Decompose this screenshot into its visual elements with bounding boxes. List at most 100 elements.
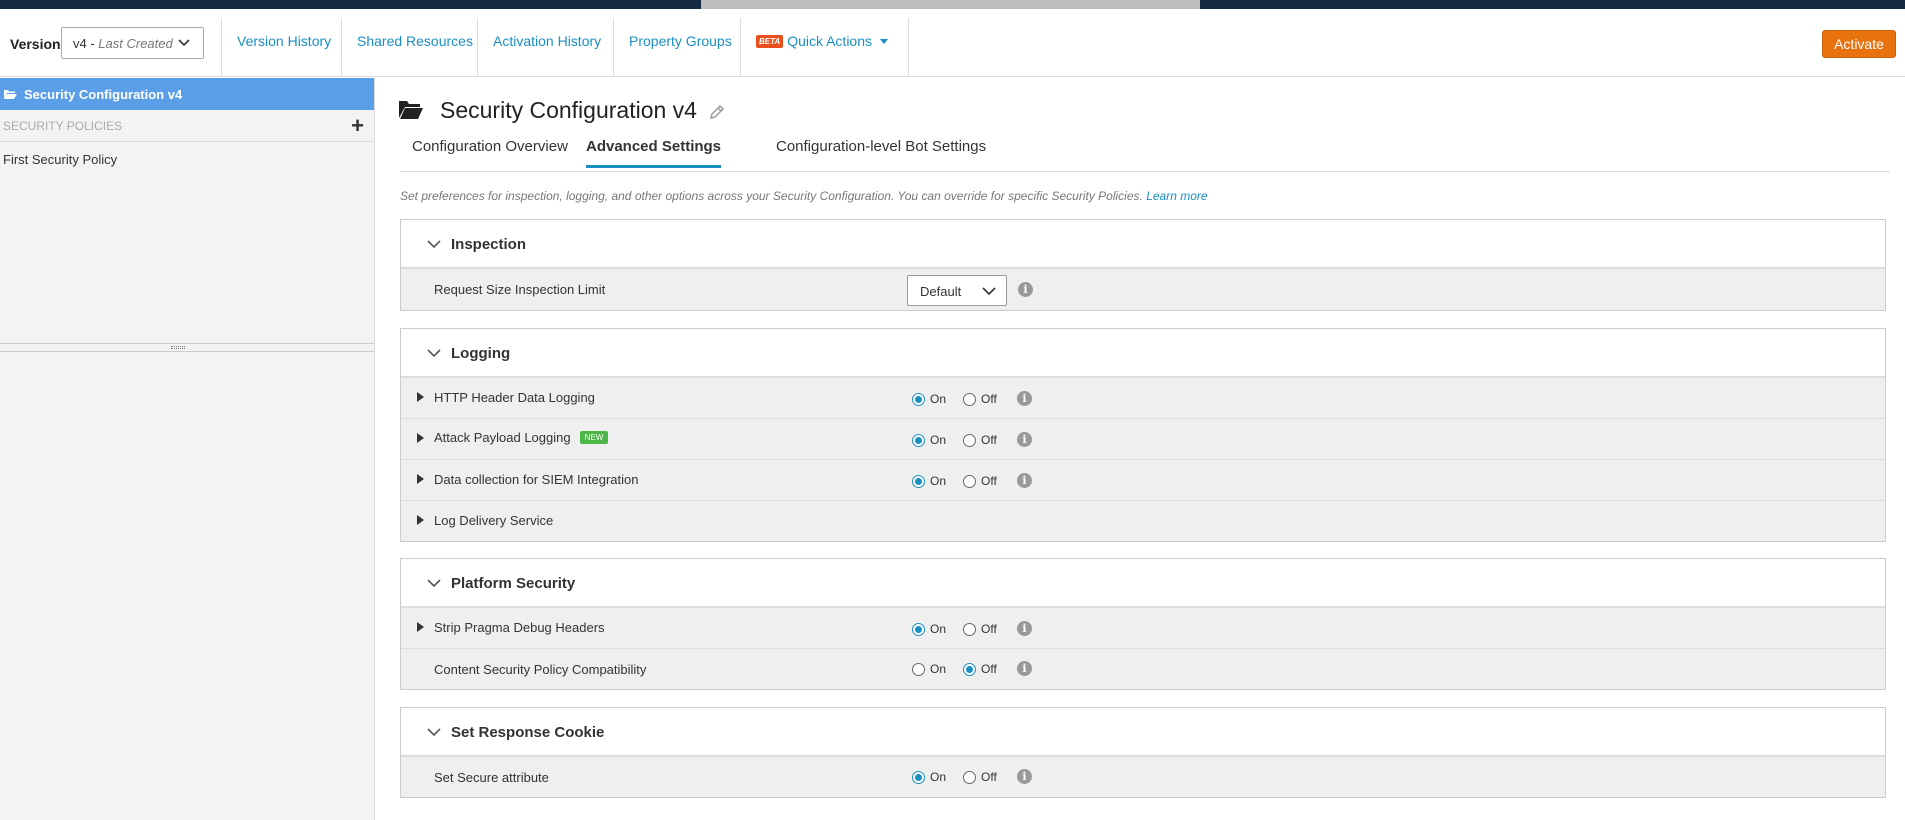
chevron-down-icon: [427, 237, 441, 252]
setting-row: Log Delivery Service: [401, 500, 1885, 541]
folder-open-icon: [3, 88, 17, 103]
panel-header-cookie[interactable]: Set Response Cookie: [401, 708, 1885, 756]
sidebar-config-item[interactable]: Security Configuration v4: [0, 78, 374, 110]
radio-label: Off: [981, 474, 997, 488]
expand-triangle-icon[interactable]: [417, 474, 424, 484]
radio-on[interactable]: On: [912, 392, 946, 406]
tab-bot-settings[interactable]: Configuration-level Bot Settings: [776, 138, 986, 165]
setting-label: Set Secure attribute: [434, 770, 549, 785]
panel-header-logging[interactable]: Logging: [401, 329, 1885, 377]
radio-circle: [912, 474, 925, 488]
sidebar-section-header: SECURITY POLICIES +: [0, 110, 374, 142]
radio-label: Off: [981, 662, 997, 676]
radio-label: Off: [981, 433, 997, 447]
setting-label: Strip Pragma Debug Headers: [434, 620, 605, 635]
select-value: Default: [920, 284, 962, 299]
radio-circle: [963, 392, 976, 406]
panel-title: Platform Security: [451, 575, 576, 592]
panel-inspection: Inspection Request Size Inspection Limit…: [400, 219, 1886, 311]
info-icon[interactable]: i: [1017, 473, 1032, 488]
nav-shared-resources[interactable]: Shared Resources: [357, 33, 473, 49]
nav-separator: [908, 18, 909, 77]
radio-circle: [963, 622, 976, 636]
nav-property-groups[interactable]: Property Groups: [629, 33, 732, 49]
radio-label: Off: [981, 392, 997, 406]
sidebar: Security Configuration v4 SECURITY POLIC…: [0, 78, 375, 820]
tab-advanced-settings[interactable]: Advanced Settings: [586, 138, 722, 168]
chevron-down-icon: [982, 285, 996, 300]
info-icon[interactable]: i: [1017, 621, 1032, 636]
radio-circle: [912, 662, 925, 676]
nav-version-history[interactable]: Version History: [237, 33, 331, 49]
info-icon[interactable]: i: [1017, 769, 1032, 784]
version-select[interactable]: v4 - Last Created: [61, 27, 204, 59]
radio-label: On: [930, 433, 947, 447]
expand-triangle-icon[interactable]: [417, 433, 424, 443]
tab-bar: Configuration Overview Advanced Settings…: [400, 138, 1890, 172]
radio-off[interactable]: Off: [963, 622, 997, 636]
radio-off[interactable]: Off: [963, 433, 997, 447]
setting-label: Content Security Policy Compatibility: [434, 662, 647, 677]
version-value: v4 -: [73, 36, 99, 51]
add-policy-icon[interactable]: +: [351, 113, 364, 139]
setting-row: Data collection for SIEM Integration On …: [401, 459, 1885, 500]
caret-down-icon: [880, 39, 889, 44]
nav-separator: [221, 18, 222, 77]
nav-separator: [740, 18, 741, 77]
activate-button[interactable]: Activate: [1822, 30, 1896, 58]
radio-off[interactable]: Off: [963, 770, 997, 784]
setting-row: Attack Payload Logging NEW On Off i: [401, 418, 1885, 459]
quick-actions-label: Quick Actions: [787, 33, 873, 49]
radio-off[interactable]: Off: [963, 392, 997, 406]
setting-label: Attack Payload Logging NEW: [434, 430, 609, 445]
header: Version v4 - Last Created Version Histor…: [0, 9, 1905, 77]
info-icon[interactable]: i: [1017, 391, 1032, 406]
radio-off[interactable]: Off: [963, 662, 997, 676]
description-text: Set preferences for inspection, logging,…: [400, 189, 1143, 203]
expand-triangle-icon[interactable]: [417, 515, 424, 525]
pane-splitter[interactable]: [0, 343, 375, 352]
request-size-select[interactable]: Default: [907, 275, 1007, 306]
learn-more-link[interactable]: Learn more: [1146, 189, 1207, 203]
setting-label: HTTP Header Data Logging: [434, 390, 595, 405]
radio-label: On: [930, 622, 947, 636]
info-icon[interactable]: i: [1017, 661, 1032, 676]
nav-separator: [341, 18, 342, 77]
description: Set preferences for inspection, logging,…: [400, 189, 1208, 203]
radio-label: Off: [981, 622, 997, 636]
setting-row: Set Secure attribute On Off i: [401, 756, 1885, 797]
radio-off[interactable]: Off: [963, 474, 997, 488]
info-icon[interactable]: i: [1017, 432, 1032, 447]
radio-on[interactable]: On: [912, 474, 946, 488]
chevron-down-icon: [427, 576, 441, 591]
version-sub: Last Created: [98, 36, 173, 51]
panel-header-platform[interactable]: Platform Security: [401, 559, 1885, 607]
folder-open-icon: [398, 98, 424, 123]
info-icon[interactable]: i: [1018, 282, 1033, 297]
radio-on[interactable]: On: [912, 622, 946, 636]
sidebar-section-label: SECURITY POLICIES: [3, 119, 123, 133]
radio-circle: [912, 770, 925, 784]
setting-label: Request Size Inspection Limit: [434, 282, 606, 297]
beta-badge: BETA: [756, 35, 784, 48]
radio-circle: [963, 433, 976, 447]
radio-circle: [963, 474, 976, 488]
radio-on[interactable]: On: [912, 662, 946, 676]
expand-triangle-icon[interactable]: [417, 622, 424, 632]
tab-configuration-overview[interactable]: Configuration Overview: [412, 138, 568, 165]
pencil-icon[interactable]: [709, 104, 725, 123]
chevron-down-icon: [177, 36, 191, 50]
radio-label: On: [930, 392, 947, 406]
radio-on[interactable]: On: [912, 770, 946, 784]
setting-label: Log Delivery Service: [434, 513, 554, 528]
nav-activation-history[interactable]: Activation History: [493, 33, 601, 49]
main-content: Security Configuration v4 Configuration …: [376, 78, 1905, 820]
panel-header-inspection[interactable]: Inspection: [401, 220, 1885, 268]
version-label: Version: [10, 36, 61, 52]
radio-on[interactable]: On: [912, 433, 946, 447]
expand-triangle-icon[interactable]: [417, 392, 424, 402]
sidebar-item-policy[interactable]: First Security Policy: [0, 142, 374, 167]
nav-quick-actions[interactable]: BETA Quick Actions: [756, 33, 889, 49]
radio-label: On: [930, 662, 947, 676]
panel-title: Inspection: [451, 236, 527, 253]
